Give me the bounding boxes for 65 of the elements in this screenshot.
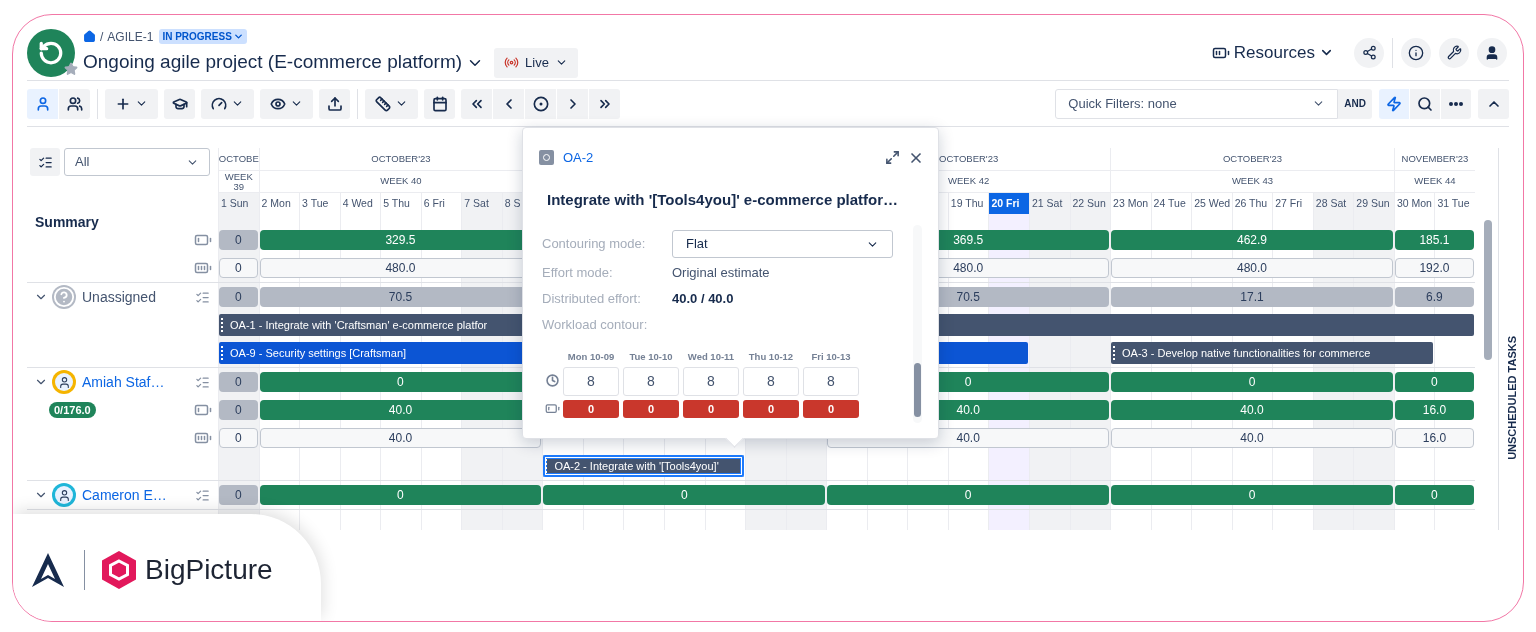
day-label: Wed 10-11	[687, 350, 735, 364]
week-label: WEEK 39	[223, 171, 254, 192]
summary-label: Summary	[35, 212, 99, 232]
remaining-badge: 0	[803, 400, 859, 418]
day-header: 20 Fri	[988, 193, 1029, 214]
popup-title: Integrate with '[Tools4you]' e-commerce platfor…	[546, 189, 900, 210]
day-header: 1 Sun	[218, 193, 259, 214]
workload-bar: 0	[1111, 372, 1393, 392]
workload-bar: 0	[1394, 372, 1474, 392]
remaining-badge: 0	[683, 400, 739, 418]
month-label: NOVEMBER'23	[1401, 151, 1469, 166]
week-label: WEEK 42	[948, 174, 990, 189]
remaining-badge: 0	[743, 400, 799, 418]
workload-bar: 185.1	[1394, 230, 1474, 250]
day-label: Mon 10-09	[567, 350, 615, 364]
workload-bar: 0	[219, 372, 258, 392]
workload-bar: 480.0	[1111, 258, 1393, 278]
workload-bar: 0	[543, 485, 826, 505]
month-label: OCTOBER'23	[939, 151, 999, 166]
workload-bar: 40.0	[1111, 428, 1393, 448]
field-value: 40.0 / 40.0	[672, 290, 734, 309]
field-label: Effort mode:	[542, 264, 614, 283]
capacity-badge: 0/176.0	[49, 402, 96, 418]
week-label: WEEK 44	[1414, 174, 1456, 189]
field-label: Workload contour:	[542, 316, 649, 335]
day-header: 29 Sun	[1353, 193, 1394, 214]
workload-bar: 0	[219, 485, 258, 505]
workload-bar: 0	[219, 258, 258, 278]
day-label: Tue 10-10	[629, 350, 673, 364]
day-header: 22 Sun	[1069, 193, 1111, 214]
workload-bar: 40.0	[259, 428, 542, 448]
field-label: Contouring mode:	[542, 235, 647, 254]
workload-bar: 0	[1394, 485, 1474, 505]
workload-bar: 0	[219, 428, 258, 448]
workload-bar: 462.9	[1111, 230, 1393, 250]
day-header: 7 Sat	[461, 193, 502, 214]
workload-bar: 40.0	[1111, 400, 1393, 420]
day-label: Fri 10-13	[811, 350, 851, 364]
month-label: OCTOBE	[219, 151, 259, 166]
field-value: Original estimate	[672, 264, 770, 283]
workload-bar: 16.0	[1394, 428, 1474, 448]
remaining-badge: 0	[623, 400, 679, 418]
week-label: WEEK 43	[1231, 174, 1274, 189]
month-label: OCTOBER'23	[1222, 151, 1283, 166]
workload-bar: 0	[259, 485, 542, 505]
remaining-badge: 0	[563, 400, 619, 418]
resource-name: Unassigned	[82, 287, 156, 307]
day-header: 28 Sat	[1312, 193, 1354, 214]
workload-bar: 0	[219, 230, 258, 250]
workload-bar: 16.0	[1394, 400, 1474, 420]
workload-bar: 0	[827, 485, 1110, 505]
day-label: Thu 10-12	[748, 350, 794, 364]
week-label: WEEK 40	[380, 174, 422, 189]
brand-name: BigPicture	[145, 552, 273, 587]
month-label: OCTOBER'23	[371, 151, 431, 166]
day-header: 21 Sat	[1028, 193, 1070, 214]
workload-bar: 0	[1111, 485, 1393, 505]
workload-bar: 192.0	[1394, 258, 1474, 278]
workload-bar: 6.9	[1394, 287, 1474, 307]
workload-bar: 0	[219, 400, 258, 420]
workload-bar: 17.1	[1111, 287, 1393, 307]
breadcrumb-separator: /	[100, 28, 104, 46]
field-label: Distributed effort:	[542, 290, 642, 309]
workload-bar: 0	[219, 287, 258, 307]
project-title: Ongoing agile project (E-commerce platform)	[83, 50, 463, 75]
